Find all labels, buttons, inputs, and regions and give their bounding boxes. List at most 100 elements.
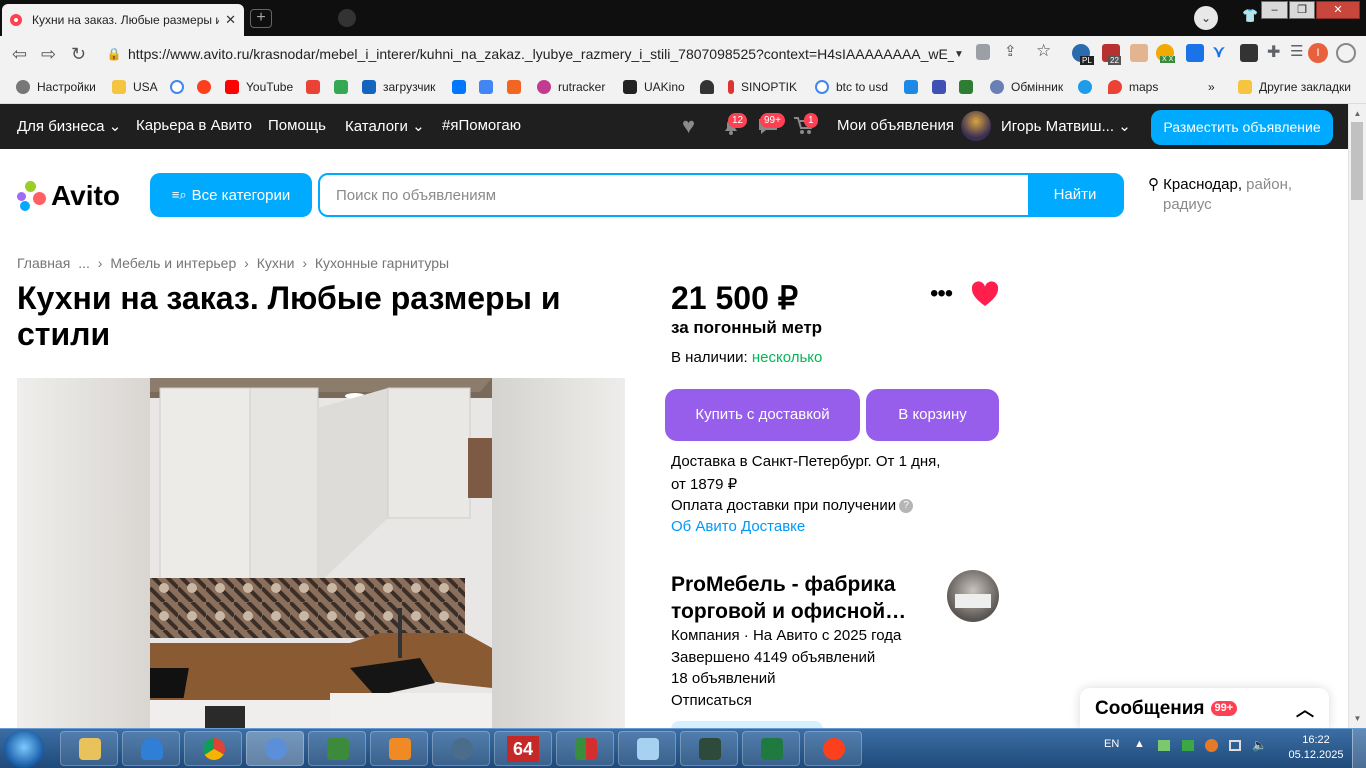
breadcrumb-home[interactable]: Главная: [17, 255, 70, 271]
location-selector[interactable]: ⚲ Краснодар, район, радиус: [1148, 175, 1292, 215]
scrollbar-thumb[interactable]: [1351, 122, 1363, 200]
tray-gpu-icon[interactable]: [1182, 740, 1194, 751]
url-text[interactable]: https://www.avito.ru/krasnodar/mebel_i_i…: [128, 46, 954, 62]
taskbar-monitor-app[interactable]: [680, 731, 738, 766]
taskbar-clock[interactable]: 16:22 05.12.2025: [1286, 733, 1346, 763]
bookmark-btc[interactable]: btc to usd: [815, 78, 888, 96]
all-categories-button[interactable]: ≡⌕ Все категории: [150, 173, 312, 217]
reload-icon[interactable]: ↻: [71, 44, 86, 65]
breadcrumb-more[interactable]: ...: [78, 255, 90, 271]
reading-list-icon[interactable]: ☰: [1290, 42, 1303, 60]
nav-help[interactable]: Помощь: [268, 117, 326, 134]
extension-download-icon[interactable]: [1186, 44, 1204, 62]
taskbar-yandex[interactable]: [804, 731, 862, 766]
tab-close-icon[interactable]: ✕: [225, 12, 236, 28]
input-language[interactable]: EN: [1104, 738, 1119, 750]
more-options-icon[interactable]: •••: [930, 280, 953, 308]
forward-icon[interactable]: ⇨: [41, 44, 56, 65]
extension-terminal-icon[interactable]: [1240, 44, 1258, 62]
bookmark-arrow[interactable]: [932, 78, 953, 96]
bookmark-horse[interactable]: [700, 78, 721, 96]
help-question-icon[interactable]: ?: [899, 499, 914, 514]
gallery-prev-preview[interactable]: [17, 378, 150, 728]
bookmark-sinoptik[interactable]: SINOPTIK: [728, 78, 797, 96]
taskbar-media-app[interactable]: [370, 731, 428, 766]
kitchen-photo[interactable]: [150, 378, 492, 728]
photo-gallery[interactable]: [17, 378, 625, 728]
omnibox-dropdown-icon[interactable]: ▼: [954, 49, 972, 60]
bookmark-p[interactable]: [904, 78, 925, 96]
seller-active-ads[interactable]: 18 объявлений: [671, 670, 776, 687]
profile-avatar[interactable]: I: [1308, 43, 1328, 63]
taskbar-aida64[interactable]: 64: [494, 731, 552, 766]
browser-tab-active[interactable]: Кухни на заказ. Любые размеры и стили ✕: [2, 4, 244, 36]
extension-vpn-icon[interactable]: ⋎: [1213, 42, 1225, 62]
nav-help-tag[interactable]: #яПомогаю: [442, 117, 521, 134]
favorite-heart-icon[interactable]: [970, 280, 1000, 313]
bookmark-downloader[interactable]: загрузчик: [362, 78, 435, 96]
post-ad-button[interactable]: Разместить объявление: [1151, 110, 1333, 145]
lock-icon[interactable]: 🔒: [100, 47, 128, 61]
tab-search-icon[interactable]: [338, 9, 356, 27]
buy-with-delivery-button[interactable]: Купить с доставкой: [665, 389, 860, 441]
window-close-button[interactable]: ✕: [1316, 1, 1360, 19]
taskbar-notepad[interactable]: [618, 731, 676, 766]
bookmark-bc[interactable]: [959, 78, 980, 96]
back-icon[interactable]: ⇦: [12, 44, 27, 65]
extension-face-icon[interactable]: [1130, 44, 1148, 62]
share-icon[interactable]: ⇪: [1004, 42, 1017, 60]
bookmark-uakino[interactable]: UAKino: [623, 78, 685, 96]
taskbar-explorer[interactable]: [60, 731, 118, 766]
chevron-up-icon[interactable]: ︿: [1296, 696, 1314, 722]
minimize-button[interactable]: –: [1261, 1, 1288, 19]
nav-catalogs[interactable]: Каталоги ⌄: [345, 117, 425, 135]
bookmark-usa[interactable]: USA: [112, 78, 158, 96]
address-bar[interactable]: 🔒 https://www.avito.ru/krasnodar/mebel_i…: [100, 41, 972, 67]
nav-career[interactable]: Карьера в Авито: [136, 117, 252, 134]
favorites-heart-icon[interactable]: ♥: [682, 113, 695, 139]
taskbar-shield-app[interactable]: [122, 731, 180, 766]
tray-network-icon[interactable]: [1229, 740, 1241, 751]
bookmark-rutracker[interactable]: rutracker: [537, 78, 605, 96]
about-delivery-link[interactable]: Об Авито Доставке: [671, 518, 805, 535]
bookmark-yandex[interactable]: [197, 78, 218, 96]
bookmark-gmail[interactable]: [306, 78, 327, 96]
breadcrumb-kitchens[interactable]: Кухни: [257, 255, 295, 271]
nav-business[interactable]: Для бизнеса ⌄: [17, 117, 121, 135]
maximize-button[interactable]: ❐: [1289, 1, 1315, 19]
bookmark-google[interactable]: [170, 78, 191, 96]
search-button[interactable]: Найти: [1028, 175, 1122, 215]
seller-avatar[interactable]: [947, 570, 999, 622]
site-permissions-icon[interactable]: [976, 44, 990, 60]
taskbar-chrome[interactable]: [184, 731, 242, 766]
taskbar-clock-app[interactable]: [432, 731, 490, 766]
bookmark-translate[interactable]: [479, 78, 500, 96]
show-desktop-button[interactable]: [1352, 729, 1366, 768]
customize-icon[interactable]: 👕: [1242, 8, 1258, 24]
nav-user-menu[interactable]: Игорь Матвиш... ⌄: [1001, 117, 1131, 135]
tray-app-icon[interactable]: [1158, 740, 1170, 751]
taskbar-winrar[interactable]: [556, 731, 614, 766]
bookmark-star-icon[interactable]: ☆: [1036, 41, 1051, 61]
bookmark-other[interactable]: Другие закладки: [1238, 78, 1351, 96]
bookmark-vk[interactable]: [452, 78, 473, 96]
bookmark-youtube[interactable]: YouTube: [225, 78, 293, 96]
add-to-cart-button[interactable]: В корзину: [866, 389, 999, 441]
breadcrumb-kitchen-sets[interactable]: Кухонные гарнитуры: [315, 255, 449, 271]
extensions-puzzle-icon[interactable]: ✚: [1267, 42, 1280, 62]
volume-icon[interactable]: 🔈: [1252, 738, 1267, 752]
more-bookmarks-icon[interactable]: »: [1208, 78, 1215, 96]
start-button[interactable]: [4, 730, 44, 768]
new-tab-button[interactable]: +: [250, 9, 272, 28]
bookmark-maps[interactable]: maps: [1108, 78, 1158, 96]
tray-update-icon[interactable]: [1205, 739, 1218, 752]
seller-name[interactable]: ProМебель - фабрика торговой и офисной…: [671, 571, 941, 625]
bookmark-drive[interactable]: [334, 78, 355, 96]
gallery-next-preview[interactable]: [492, 378, 625, 728]
taskbar-gpu-app[interactable]: [308, 731, 366, 766]
tab-list-dropdown-icon[interactable]: ⌄: [1194, 6, 1218, 30]
taskbar-network-app[interactable]: [246, 731, 304, 766]
chrome-menu-icon[interactable]: [1336, 43, 1356, 63]
breadcrumb-furniture[interactable]: Мебель и интерьер: [110, 255, 236, 271]
tray-expand-icon[interactable]: ▲: [1134, 738, 1145, 750]
